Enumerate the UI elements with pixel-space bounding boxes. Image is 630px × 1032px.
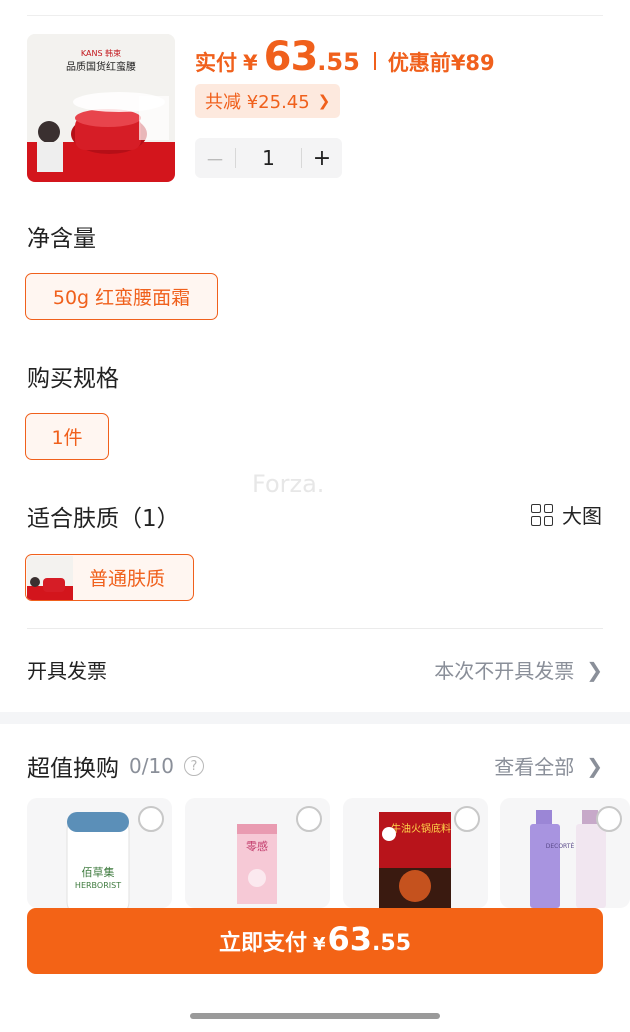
increase-quantity-button[interactable]: +	[302, 146, 342, 171]
price-separator	[373, 52, 376, 70]
chevron-right-icon: ❯	[317, 92, 331, 110]
select-radio[interactable]	[138, 806, 164, 832]
price-integer: 63	[263, 34, 319, 80]
quantity-stepper: － 1 +	[195, 138, 342, 178]
product-image-art: KANS 韩束 品质国货红蛮腰	[27, 34, 175, 182]
trade-in-header: 超值换购 0/10 ?	[27, 749, 204, 783]
trade-in-card[interactable]: 零感	[185, 798, 330, 908]
product-image-tagline: 品质国货红蛮腰	[66, 60, 136, 73]
decrease-quantity-button[interactable]: －	[195, 144, 235, 173]
card-name: 零感	[246, 840, 268, 853]
card-name: 佰草集	[82, 865, 115, 879]
discount-badge[interactable]: 共减 ¥25.45 ❯	[195, 84, 341, 118]
skin-type-option-label: 普通肤质	[89, 568, 166, 590]
section-divider	[27, 628, 603, 629]
original-price: ¥89	[450, 51, 495, 75]
help-icon[interactable]: ?	[183, 756, 204, 776]
select-radio[interactable]	[454, 806, 480, 832]
invoice-value: 本次不开具发票	[434, 659, 575, 683]
select-radio[interactable]	[296, 806, 322, 832]
home-indicator	[190, 1013, 440, 1019]
pay-button-label: 立即支付	[218, 931, 307, 956]
discount-text: 共减 ¥25.45	[205, 92, 310, 113]
price-decimal: .55	[317, 48, 360, 76]
pay-button-amount-dec: .55	[372, 931, 412, 956]
see-all-link[interactable]: 查看全部 ❯	[494, 751, 603, 780]
top-divider	[27, 15, 603, 16]
product-image-brand: KANS 韩束	[81, 48, 121, 58]
product-thumbnail[interactable]: KANS 韩束 品质国货红蛮腰	[27, 34, 175, 182]
trade-in-card[interactable]: DECORTÉ	[500, 798, 630, 908]
trade-in-card[interactable]: 佰草集 HERBORIST	[27, 798, 172, 908]
see-all-label: 查看全部	[494, 755, 575, 779]
skin-type-title: 适合肤质（1）	[27, 506, 180, 532]
net-content-option[interactable]: 50g 红蛮腰面霜	[25, 273, 218, 320]
trade-in-title: 超值换购	[27, 756, 119, 782]
pay-button-currency: ¥	[312, 934, 326, 955]
card-brand: HERBORIST	[75, 881, 121, 890]
chevron-right-icon: ❯	[586, 657, 603, 682]
invoice-label: 开具发票	[27, 659, 107, 683]
trade-in-card[interactable]: 牛油火锅底料	[343, 798, 488, 908]
trade-in-count: 0/10	[129, 754, 174, 778]
quantity-value[interactable]: 1	[236, 146, 301, 170]
pay-now-button[interactable]: 立即支付 ¥ 63 .55	[27, 908, 603, 974]
spec-option[interactable]: 1件	[25, 413, 109, 460]
big-view-label: 大图	[562, 504, 602, 528]
price-line: 实付 ¥ 63 .55 优惠前 ¥89	[195, 34, 495, 86]
card-name: 牛油火锅底料	[391, 822, 451, 835]
invoice-selector[interactable]: 本次不开具发票 ❯	[434, 655, 603, 684]
skin-type-option[interactable]: 普通肤质	[25, 554, 194, 601]
chevron-right-icon: ❯	[586, 753, 603, 778]
grid-icon	[531, 503, 553, 526]
card-name: DECORTÉ	[546, 842, 575, 850]
original-price-label: 优惠前	[387, 51, 451, 75]
spec-option-label: 1件	[51, 427, 83, 449]
net-content-option-label: 50g 红蛮腰面霜	[52, 287, 191, 309]
skin-type-thumbnail	[27, 555, 73, 600]
price-currency: ¥	[243, 51, 258, 75]
net-content-title: 净含量	[27, 226, 96, 252]
watermark: Forza.	[252, 470, 325, 498]
select-radio[interactable]	[596, 806, 622, 832]
price-label: 实付	[195, 51, 237, 75]
pay-button-amount-int: 63	[327, 920, 373, 958]
big-view-toggle[interactable]: 大图	[531, 500, 602, 529]
spec-title: 购买规格	[27, 366, 119, 392]
section-separator-band	[0, 712, 630, 724]
